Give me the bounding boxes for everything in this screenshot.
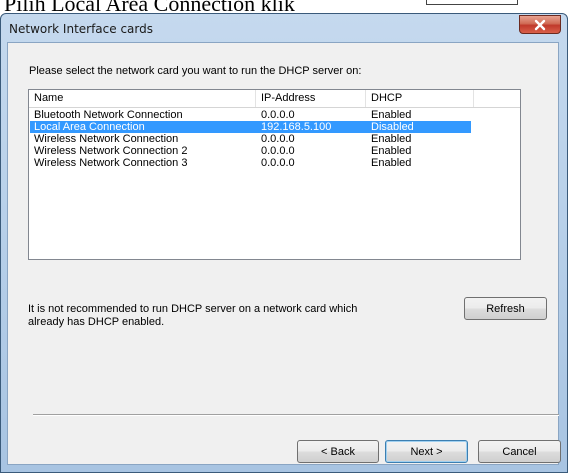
row-name: Local Area Connection (34, 121, 145, 133)
select-card-prompt: Please select the network card you want … (29, 65, 362, 77)
column-header-empty (474, 90, 520, 107)
back-button[interactable]: < Back (297, 440, 379, 463)
row-ip-address: 0.0.0.0 (261, 145, 295, 157)
network-card-list[interactable]: Name IP-Address DHCP Bluetooth Network C… (28, 89, 521, 260)
list-item[interactable]: Wireless Network Connection 0.0.0.0 Enab… (30, 133, 471, 145)
cancel-button[interactable]: Cancel (478, 440, 561, 463)
row-name: Bluetooth Network Connection (34, 109, 183, 121)
column-header-name[interactable]: Name (29, 90, 256, 107)
instruction-box (426, 0, 518, 5)
button-separator (33, 414, 559, 416)
list-item[interactable]: Wireless Network Connection 3 0.0.0.0 En… (30, 157, 471, 169)
title-bar: Network Interface cards (1, 14, 567, 43)
row-name: Wireless Network Connection (34, 133, 179, 145)
row-ip-address: 192.168.5.100 (261, 121, 332, 133)
row-ip-address: 0.0.0.0 (261, 157, 295, 169)
row-name: Wireless Network Connection 2 (34, 145, 188, 157)
dhcp-warning-note: It is not recommended to run DHCP server… (28, 303, 358, 328)
next-button[interactable]: Next > (385, 440, 468, 463)
row-dhcp: Disabled (371, 121, 414, 133)
close-icon (534, 19, 546, 30)
row-ip-address: 0.0.0.0 (261, 109, 295, 121)
window-title: Network Interface cards (9, 22, 153, 36)
refresh-button[interactable]: Refresh (464, 297, 547, 320)
list-item[interactable]: Wireless Network Connection 2 0.0.0.0 En… (30, 145, 471, 157)
row-dhcp: Enabled (371, 133, 412, 145)
list-header: Name IP-Address DHCP (29, 90, 520, 108)
column-header-dhcp[interactable]: DHCP (366, 90, 474, 107)
column-header-ip-address[interactable]: IP-Address (256, 90, 366, 107)
close-button[interactable] (519, 15, 561, 34)
row-dhcp: Enabled (371, 157, 412, 169)
row-name: Wireless Network Connection 3 (34, 157, 188, 169)
row-ip-address: 0.0.0.0 (261, 133, 295, 145)
list-item-selected[interactable]: Local Area Connection 192.168.5.100 Disa… (30, 121, 471, 133)
row-dhcp: Enabled (371, 145, 412, 157)
row-dhcp: Enabled (371, 109, 412, 121)
list-item[interactable]: Bluetooth Network Connection 0.0.0.0 Ena… (30, 109, 471, 121)
